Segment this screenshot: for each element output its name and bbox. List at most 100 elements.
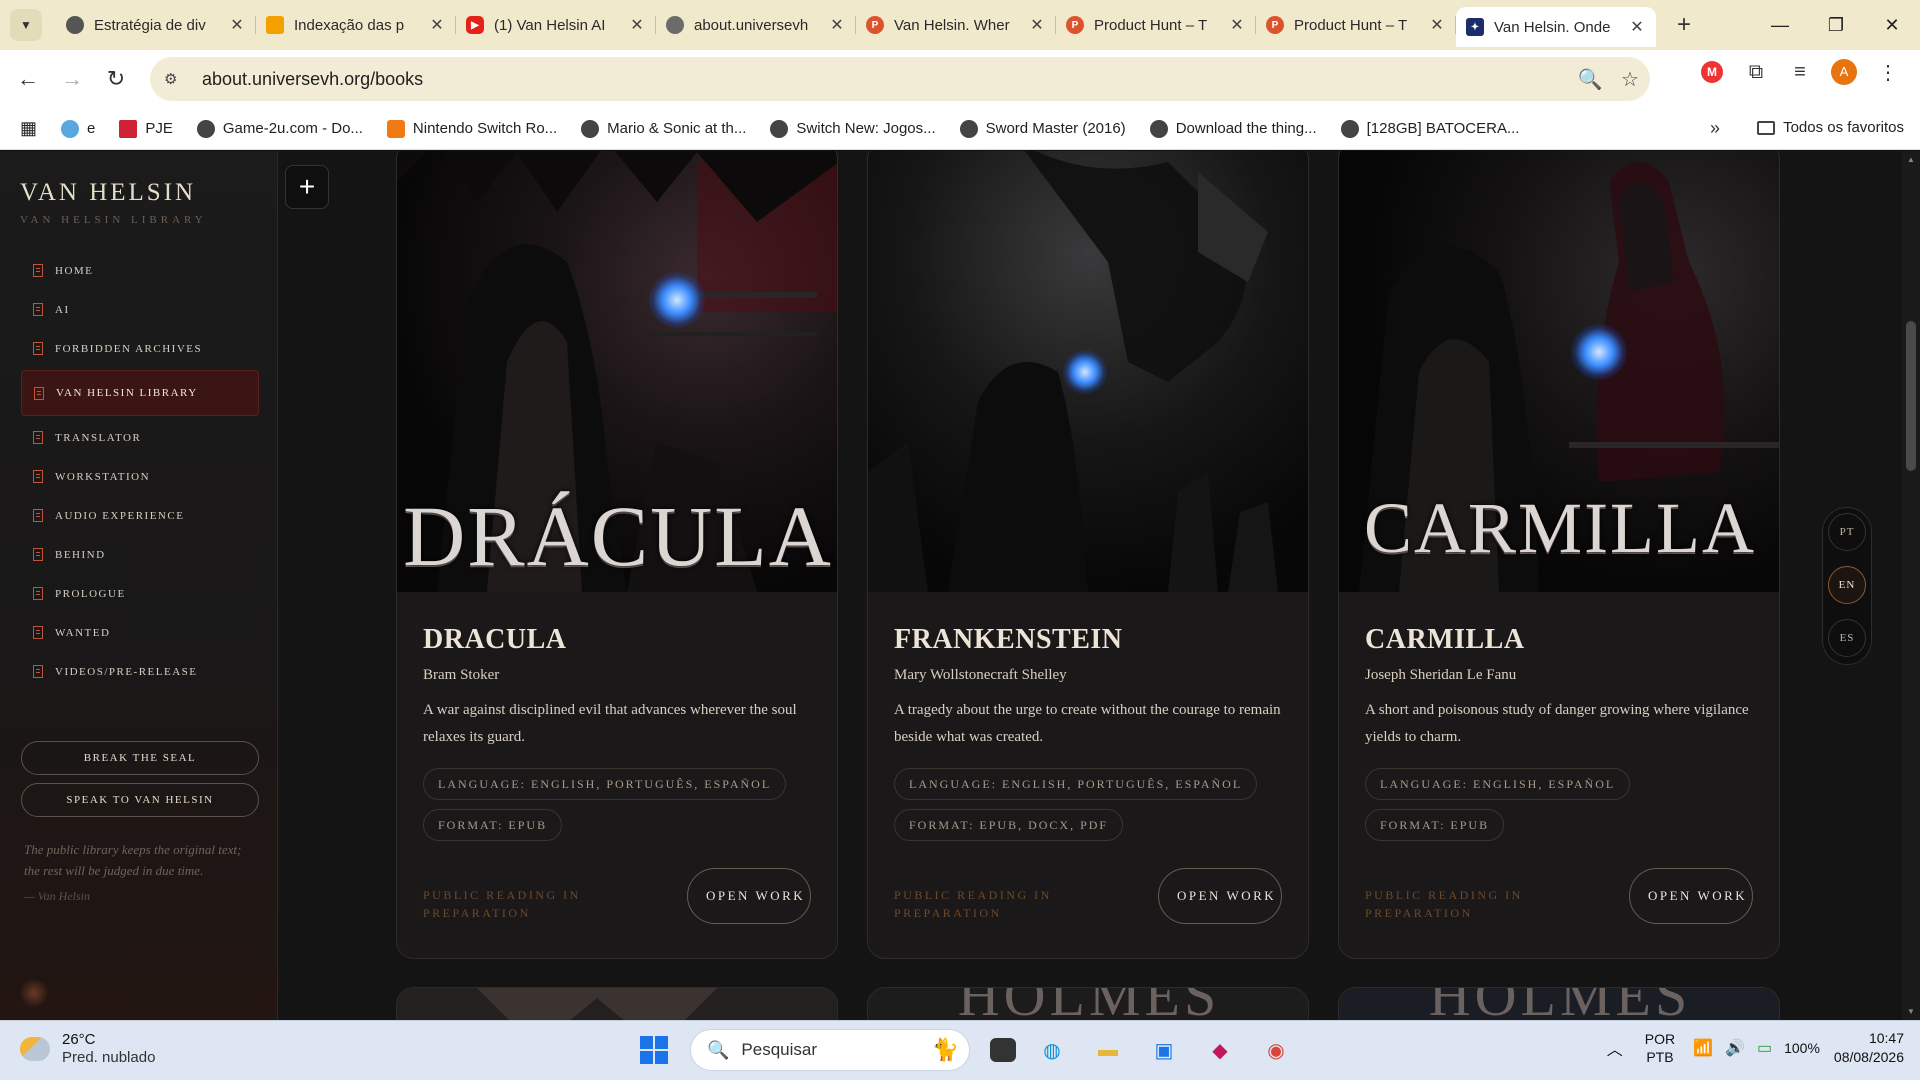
- book-card-peek[interactable]: [396, 987, 838, 1020]
- close-icon[interactable]: ✕: [228, 15, 246, 35]
- language-es-button[interactable]: ES: [1828, 619, 1866, 657]
- break-the-seal-button[interactable]: BREAK THE SEAL: [21, 741, 259, 775]
- book-title[interactable]: FRANKENSTEIN: [894, 624, 1122, 656]
- file-explorer-icon[interactable]: ▬: [1088, 1030, 1128, 1070]
- wifi-icon[interactable]: 📶: [1693, 1038, 1713, 1058]
- book-cover-carmilla[interactable]: CARMILLA: [1339, 151, 1779, 592]
- zoom-icon[interactable]: 🔍: [1570, 67, 1610, 92]
- task-view-icon[interactable]: [990, 1038, 1016, 1062]
- bookmark-item[interactable]: Sword Master (2016): [959, 119, 1126, 138]
- speak-to-van-helsin-button[interactable]: SPEAK TO VAN HELSIN: [21, 783, 259, 817]
- close-icon[interactable]: ✕: [428, 15, 446, 35]
- open-work-button[interactable]: OPEN WORK: [1158, 868, 1282, 924]
- bookmark-item[interactable]: e: [61, 119, 95, 138]
- book-title[interactable]: CARMILLA: [1365, 624, 1525, 656]
- edge-icon[interactable]: ◍: [1032, 1030, 1072, 1070]
- sidebar-item-behind[interactable]: BEHIND: [21, 535, 259, 574]
- volume-icon[interactable]: 🔊: [1725, 1038, 1745, 1058]
- scroll-up-icon[interactable]: ▲: [1906, 155, 1916, 164]
- sidebar-item-videos[interactable]: VIDEOS/PRE-RELEASE: [21, 652, 259, 691]
- chevron-up-icon[interactable]: ︿: [1607, 1036, 1623, 1060]
- extension-m-icon[interactable]: M: [1701, 61, 1723, 83]
- bookmark-item[interactable]: Download the thing...: [1149, 119, 1317, 138]
- browser-tab[interactable]: P Product Hunt – T ✕: [1256, 7, 1456, 43]
- new-tab-button[interactable]: +: [1666, 11, 1702, 39]
- scroll-down-icon[interactable]: ▼: [1906, 1007, 1916, 1016]
- browser-tab-active[interactable]: ✦ Van Helsin. Onde ✕: [1456, 7, 1656, 47]
- bookmark-item[interactable]: Game-2u.com - Do...: [196, 119, 363, 138]
- taskbar-search[interactable]: 🔍 Pesquisar 🐈: [690, 1029, 970, 1071]
- brand-logo[interactable]: VAN HELSIN: [20, 179, 196, 207]
- media-controls-icon[interactable]: ≡: [1778, 61, 1822, 84]
- close-icon[interactable]: ✕: [1228, 15, 1246, 35]
- book-icon: [33, 264, 43, 277]
- chrome-icon[interactable]: ◉: [1256, 1030, 1296, 1070]
- all-bookmarks-button[interactable]: Todos os favoritos: [1757, 119, 1904, 136]
- store-icon[interactable]: ▣: [1144, 1030, 1184, 1070]
- menu-kebab-icon[interactable]: ⋮: [1866, 60, 1910, 85]
- close-icon[interactable]: ✕: [828, 15, 846, 35]
- site-settings-icon[interactable]: ⚙: [164, 70, 194, 88]
- browser-tab[interactable]: P Product Hunt – T ✕: [1056, 7, 1256, 43]
- minimize-icon[interactable]: —: [1752, 0, 1808, 50]
- close-icon[interactable]: ✕: [628, 15, 646, 35]
- weather-widget[interactable]: 26°C Pred. nublado: [20, 1031, 155, 1067]
- system-tray: ︿ POR PTB 📶 🔊 ▭ 100% 10:47 08/08/2026: [1607, 1029, 1904, 1067]
- book-author: Joseph Sheridan Le Fanu: [1365, 667, 1517, 683]
- restore-icon[interactable]: ❐: [1808, 0, 1864, 50]
- language-pt-button[interactable]: PT: [1828, 513, 1866, 551]
- open-work-button[interactable]: OPEN WORK: [687, 868, 811, 924]
- forward-icon[interactable]: →: [50, 66, 94, 92]
- sidebar-item-ai[interactable]: AI: [21, 290, 259, 329]
- address-bar[interactable]: ⚙ about.universevh.org/books 🔍 ☆: [150, 57, 1650, 101]
- book-card-peek[interactable]: HOLMES: [1338, 987, 1780, 1020]
- book-cover-frankenstein[interactable]: [868, 151, 1308, 592]
- browser-tab[interactable]: Estratégia de div ✕: [56, 7, 256, 43]
- bookmark-star-icon[interactable]: ☆: [1610, 67, 1650, 92]
- back-icon[interactable]: ←: [6, 66, 50, 92]
- sidebar-item-forbidden-archives[interactable]: FORBIDDEN ARCHIVES: [21, 329, 259, 368]
- sidebar-item-van-helsin-library[interactable]: VAN HELSIN LIBRARY: [21, 370, 259, 416]
- sidebar-item-wanted[interactable]: WANTED: [21, 613, 259, 652]
- tab-search-button[interactable]: ▼: [10, 9, 42, 41]
- sidebar-item-audio-experience[interactable]: AUDIO EXPERIENCE: [21, 496, 259, 535]
- windows-start-icon[interactable]: [640, 1036, 668, 1064]
- profile-avatar[interactable]: A: [1831, 59, 1857, 85]
- sidebar-item-prologue[interactable]: PROLOGUE: [21, 574, 259, 613]
- book-title[interactable]: DRACULA: [423, 624, 567, 656]
- language-en-button[interactable]: EN: [1828, 566, 1866, 604]
- close-icon[interactable]: ✕: [1428, 15, 1446, 35]
- cover-art: [397, 988, 837, 1020]
- browser-tab[interactable]: about.universevh ✕: [656, 7, 856, 43]
- browser-tab[interactable]: ▶ (1) Van Helsin AI ✕: [456, 7, 656, 43]
- windows-taskbar: 26°C Pred. nublado 🔍 Pesquisar 🐈 ◍ ▬ ▣ ◆…: [0, 1020, 1920, 1080]
- sidebar-item-workstation[interactable]: WORKSTATION: [21, 457, 259, 496]
- browser-tab[interactable]: Indexação das p ✕: [256, 7, 456, 43]
- sidebar-item-home[interactable]: HOME: [21, 251, 259, 290]
- bookmark-item[interactable]: Switch New: Jogos...: [770, 119, 936, 138]
- address-url[interactable]: about.universevh.org/books: [202, 69, 1570, 90]
- page-scrollbar[interactable]: ▲ ▼: [1902, 151, 1920, 1020]
- close-icon[interactable]: ✕: [1628, 17, 1646, 37]
- bookmark-item[interactable]: PJE: [119, 119, 173, 138]
- book-cover-dracula[interactable]: DRÁCULA: [397, 151, 837, 592]
- bookmark-item[interactable]: Nintendo Switch Ro...: [386, 119, 557, 138]
- extensions-puzzle-icon[interactable]: ⧉: [1734, 61, 1778, 84]
- sidebar-item-translator[interactable]: TRANSLATOR: [21, 418, 259, 457]
- reload-icon[interactable]: ↻: [94, 66, 138, 92]
- open-work-button[interactable]: OPEN WORK: [1629, 868, 1753, 924]
- office-icon[interactable]: ◆: [1200, 1030, 1240, 1070]
- browser-tab[interactable]: P Van Helsin. Wher ✕: [856, 7, 1056, 43]
- close-window-icon[interactable]: ✕: [1864, 0, 1920, 50]
- add-button[interactable]: +: [285, 165, 329, 209]
- bookmark-item[interactable]: Mario & Sonic at th...: [581, 119, 746, 138]
- apps-grid-icon[interactable]: ▦: [20, 118, 37, 139]
- input-language[interactable]: POR PTB: [1645, 1030, 1675, 1066]
- close-icon[interactable]: ✕: [1028, 15, 1046, 35]
- bookmark-item[interactable]: [128GB] BATOCERA...: [1340, 119, 1519, 138]
- scrollbar-thumb[interactable]: [1906, 321, 1916, 471]
- book-card-peek[interactable]: HOLMES: [867, 987, 1309, 1020]
- battery-icon[interactable]: ▭: [1757, 1038, 1772, 1058]
- taskbar-clock[interactable]: 10:47 08/08/2026: [1834, 1029, 1904, 1067]
- more-bookmarks-icon[interactable]: »: [1710, 118, 1720, 139]
